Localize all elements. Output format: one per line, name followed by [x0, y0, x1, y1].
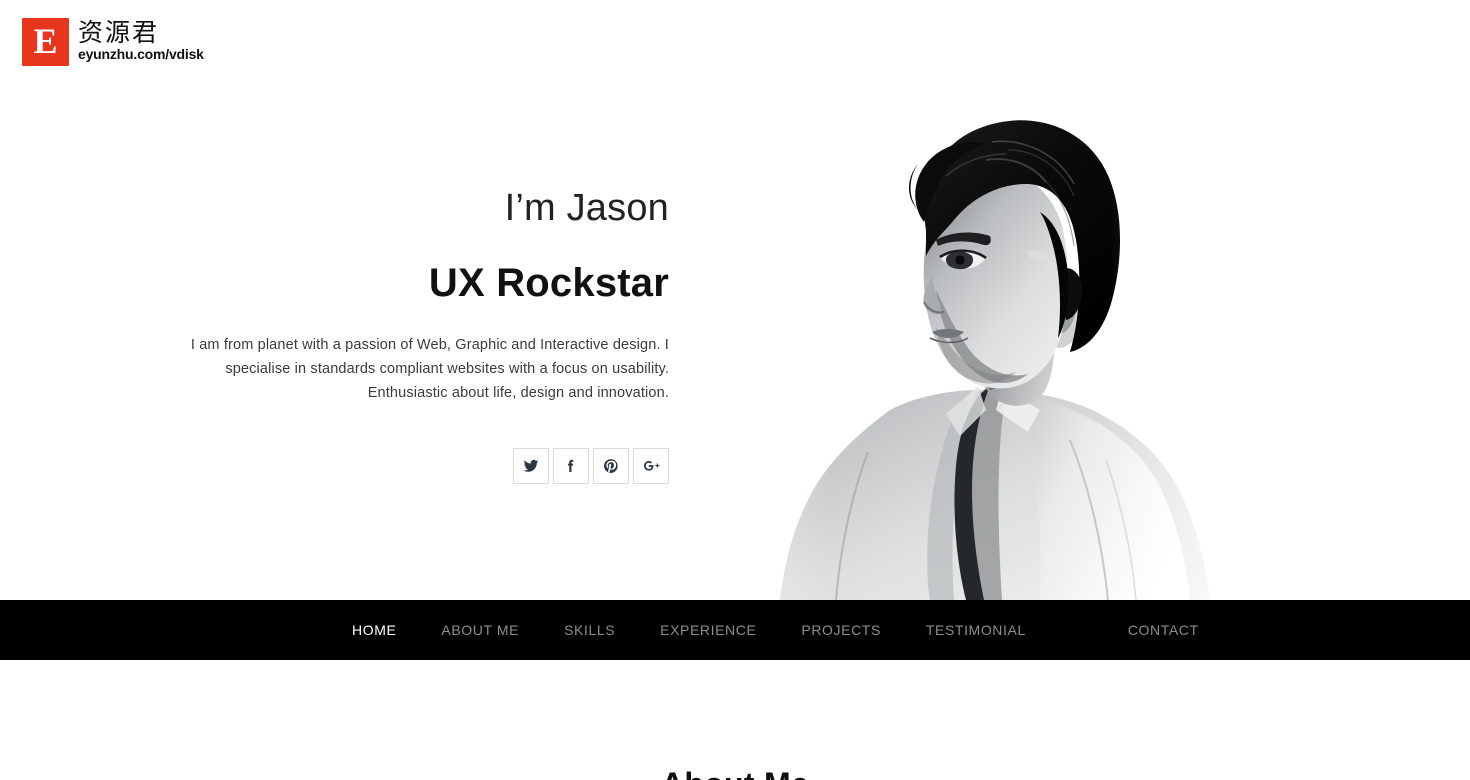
nav-item-testimonial[interactable]: TESTIMONIAL [926, 622, 1026, 638]
about-section: About Me [0, 660, 1470, 780]
hero-copy: I’m Jason UX Rockstar I am from planet w… [0, 0, 669, 484]
nav-items: HOME ABOUT ME SKILLS EXPERIENCE PROJECTS… [0, 600, 1470, 660]
logo-chinese-name: 资源君 [78, 18, 160, 47]
hero-section: I’m Jason UX Rockstar I am from planet w… [0, 0, 1470, 600]
logo-mark-icon: E [22, 18, 69, 66]
social-link-twitter[interactable] [513, 448, 549, 484]
social-link-pinterest[interactable] [593, 448, 629, 484]
site-logo[interactable]: E 资源君 eyunzhu.com/vdisk [22, 18, 204, 66]
hero-greeting: I’m Jason [504, 187, 669, 229]
portrait-photo [740, 80, 1260, 600]
pinterest-icon [603, 458, 619, 474]
main-navigation: HOME ABOUT ME SKILLS EXPERIENCE PROJECTS… [0, 600, 1470, 660]
hero-title: UX Rockstar [428, 261, 669, 305]
nav-item-home[interactable]: HOME [352, 622, 396, 638]
about-section-title: About Me [0, 764, 1470, 780]
social-link-googleplus[interactable] [633, 448, 669, 484]
google-plus-icon [643, 458, 660, 474]
logo-url: eyunzhu.com/vdisk [78, 46, 204, 62]
social-links [0, 448, 669, 484]
facebook-icon [563, 458, 579, 474]
nav-item-contact[interactable]: CONTACT [1128, 622, 1199, 638]
nav-item-skills[interactable]: SKILLS [564, 622, 615, 638]
nav-item-experience[interactable]: EXPERIENCE [660, 622, 756, 638]
twitter-icon [523, 458, 539, 474]
nav-item-projects[interactable]: PROJECTS [801, 622, 880, 638]
social-link-facebook[interactable] [553, 448, 589, 484]
nav-item-about-me[interactable]: ABOUT ME [441, 622, 519, 638]
hero-bio: I am from planet with a passion of Web, … [190, 337, 669, 401]
logo-text: 资源君 eyunzhu.com/vdisk [78, 18, 204, 62]
logo-mark-letter: E [33, 21, 58, 61]
